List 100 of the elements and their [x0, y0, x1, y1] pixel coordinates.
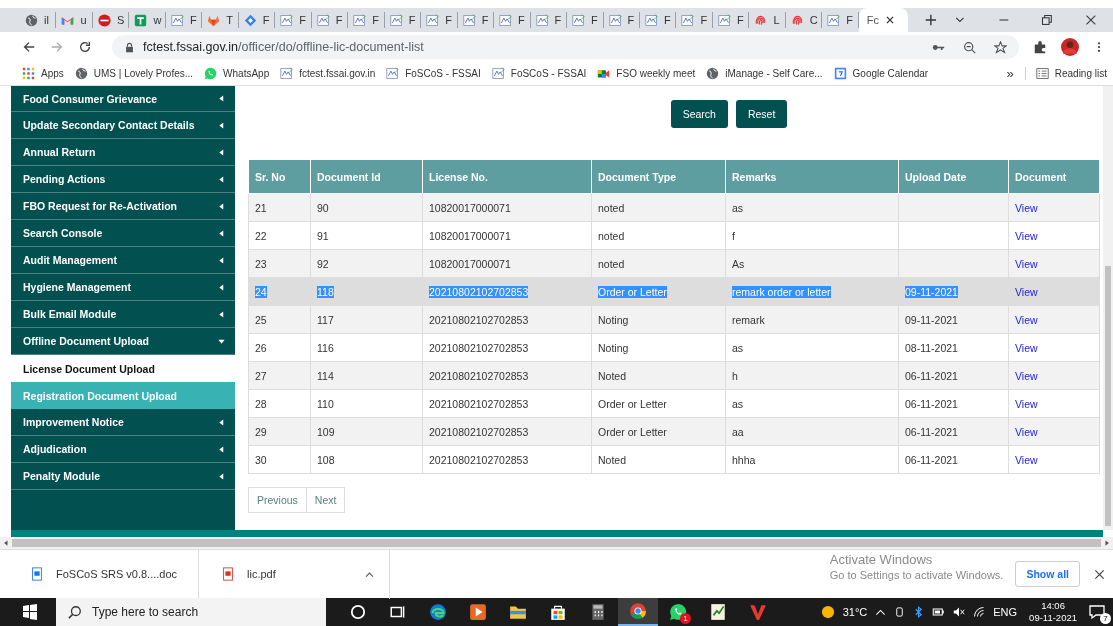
- browser-tab[interactable]: F: [165, 12, 203, 28]
- bookmark[interactable]: UMS | Lovely Profes...: [74, 67, 194, 80]
- download-file-name[interactable]: FoSCoS SRS v0.8....doc: [56, 568, 178, 580]
- browser-tab[interactable]: F: [457, 12, 495, 28]
- bookmark[interactable]: FSO weekly meet: [597, 67, 696, 80]
- browser-tab[interactable]: F: [238, 12, 276, 28]
- star-icon[interactable]: [994, 40, 1007, 54]
- bookmark[interactable]: fctest.fssai.gov.in: [280, 67, 376, 80]
- view-link[interactable]: View: [1015, 285, 1038, 298]
- table-row[interactable]: 24 118 20210802102702853 Order or Letter remark order or letter 09-11-2021 View: [248, 277, 1100, 306]
- more-bookmarks-button[interactable]: »: [1006, 66, 1014, 81]
- table-row[interactable]: 23 92 10820017000071 noted As View: [248, 249, 1100, 278]
- notification-icon[interactable]: [1089, 604, 1105, 620]
- sidebar-menu-item[interactable]: Update Secondary Contact Details: [11, 112, 235, 139]
- view-link[interactable]: View: [1015, 425, 1038, 438]
- sidebar-menu-item[interactable]: Search Console: [11, 220, 235, 247]
- bookmark[interactable]: FoSCoS - FSSAI: [386, 67, 481, 80]
- zoom-out-icon[interactable]: [963, 40, 976, 54]
- battery-icon[interactable]: [932, 606, 946, 618]
- table-row[interactable]: 27 114 20210802102702853 Noted h 06-11-2021 View: [248, 361, 1100, 390]
- browser-tab[interactable]: F: [494, 12, 531, 28]
- view-link[interactable]: View: [1015, 313, 1038, 326]
- bookmark[interactable]: WhatsApp: [204, 67, 270, 80]
- sidebar-menu-item[interactable]: Adjudication: [11, 436, 235, 463]
- browser-tab[interactable]: il: [20, 12, 57, 28]
- next-button[interactable]: Next: [305, 487, 346, 513]
- browser-tab[interactable]: L: [749, 12, 786, 28]
- sidebar-menu-item[interactable]: Annual Return: [11, 139, 235, 166]
- view-link[interactable]: View: [1015, 453, 1038, 466]
- browser-tab[interactable]: F: [348, 12, 385, 28]
- device-icon[interactable]: [894, 606, 906, 618]
- puzzle-icon[interactable]: [1033, 40, 1047, 54]
- browser-tab[interactable]: S: [92, 12, 130, 28]
- bookmark[interactable]: Apps: [22, 67, 64, 80]
- taskbar-button[interactable]: 1: [658, 598, 698, 626]
- bookmark[interactable]: iManage - Self Care...: [706, 67, 823, 80]
- sidebar-menu-item[interactable]: Audit Management: [11, 247, 235, 274]
- browser-tab[interactable]: F: [603, 12, 640, 28]
- browser-tab[interactable]: F: [712, 12, 750, 28]
- reading-list-button[interactable]: Reading list: [1024, 67, 1107, 80]
- scroll-right-icon[interactable]: [1104, 540, 1110, 546]
- reload-icon[interactable]: [78, 40, 92, 54]
- browser-tab[interactable]: F: [384, 12, 422, 28]
- reset-button[interactable]: Reset: [735, 100, 788, 128]
- close-icon[interactable]: [1085, 14, 1097, 26]
- close-icon[interactable]: [885, 15, 895, 25]
- search-button[interactable]: Search: [670, 100, 728, 128]
- browser-tab[interactable]: F: [421, 12, 458, 28]
- table-row[interactable]: 25 117 20210802102702853 Noting remark 09-11-2021 View: [248, 305, 1100, 334]
- view-link[interactable]: View: [1015, 397, 1038, 410]
- browser-tab[interactable]: w: [129, 12, 166, 28]
- wifi-icon[interactable]: [973, 606, 986, 618]
- scroll-left-icon[interactable]: [3, 540, 9, 546]
- table-row[interactable]: 29 109 20210802102702853 Order or Letter aa 06-11-2021 View: [248, 417, 1100, 446]
- view-link[interactable]: View: [1015, 201, 1038, 214]
- browser-tab[interactable]: F: [639, 12, 677, 28]
- sidebar-menu-item[interactable]: Food Consumer Grievance: [11, 86, 235, 112]
- language-text[interactable]: ENG: [993, 606, 1018, 618]
- browser-tab[interactable]: F: [530, 12, 568, 28]
- view-link[interactable]: View: [1015, 341, 1038, 354]
- horizontal-scrollbar[interactable]: [0, 537, 1113, 549]
- address-bar[interactable]: fctest.fssai.gov.in/officer/do/offline-lic-document-list: [112, 35, 1019, 59]
- bluetooth-icon[interactable]: [913, 606, 925, 618]
- browser-tab[interactable]: F: [822, 12, 859, 28]
- browser-tab[interactable]: T: [202, 12, 239, 28]
- restore-icon[interactable]: [1041, 14, 1054, 26]
- back-arrow-icon[interactable]: [22, 40, 36, 54]
- sidebar-menu-item[interactable]: Penalty Module: [11, 463, 235, 490]
- sidebar-menu-item[interactable]: Improvement Notice: [11, 409, 235, 436]
- browser-tab[interactable]: F: [567, 12, 604, 28]
- sidebar-menu-item[interactable]: Bulk Email Module: [11, 301, 235, 328]
- bookmark[interactable]: FoSCoS - FSSAI: [491, 67, 587, 80]
- close-icon[interactable]: [1094, 568, 1105, 580]
- table-row[interactable]: 21 90 10820017000071 noted as View: [248, 193, 1100, 222]
- browser-tab[interactable]: u: [56, 12, 93, 28]
- new-tab-icon[interactable]: [924, 13, 938, 27]
- download-file-name[interactable]: lic.pdf: [247, 568, 352, 580]
- table-row[interactable]: 26 116 20210802102702853 Noting as 08-11-2021 View: [248, 333, 1100, 362]
- sidebar-menu-item[interactable]: Pending Actions: [11, 166, 235, 193]
- table-row[interactable]: 22 91 10820017000071 noted f View: [248, 221, 1100, 250]
- table-row[interactable]: 30 108 20210802102702853 Noted hhha 06-11-2021 View: [248, 445, 1100, 474]
- sidebar-menu-item[interactable]: Hygiene Management: [11, 274, 235, 301]
- sidebar-menu-item[interactable]: FBO Request for Re-Activation: [11, 193, 235, 220]
- view-link[interactable]: View: [1015, 257, 1038, 270]
- table-row[interactable]: 28 110 20210802102702853 Order or Letter as 06-11-2021 View: [248, 389, 1100, 418]
- browser-tab[interactable]: F: [676, 12, 713, 28]
- avatar-icon[interactable]: [1061, 38, 1079, 56]
- browser-tab[interactable]: C: [785, 12, 823, 28]
- windows-start-icon[interactable]: [22, 604, 38, 620]
- view-link[interactable]: View: [1015, 369, 1038, 382]
- clock-time[interactable]: 14:06: [1041, 600, 1065, 612]
- browser-tab[interactable]: Fc: [858, 8, 909, 32]
- view-link[interactable]: View: [1015, 229, 1038, 242]
- sidebar-submenu-item[interactable]: License Document Upload: [11, 355, 235, 382]
- browser-tab[interactable]: F: [275, 12, 312, 28]
- search-field[interactable]: Type here to search: [56, 598, 326, 626]
- taskbar-button[interactable]: [618, 598, 658, 626]
- vertical-scrollbar[interactable]: [1103, 86, 1113, 530]
- browser-tab[interactable]: F: [311, 12, 349, 28]
- previous-button[interactable]: Previous: [248, 487, 307, 513]
